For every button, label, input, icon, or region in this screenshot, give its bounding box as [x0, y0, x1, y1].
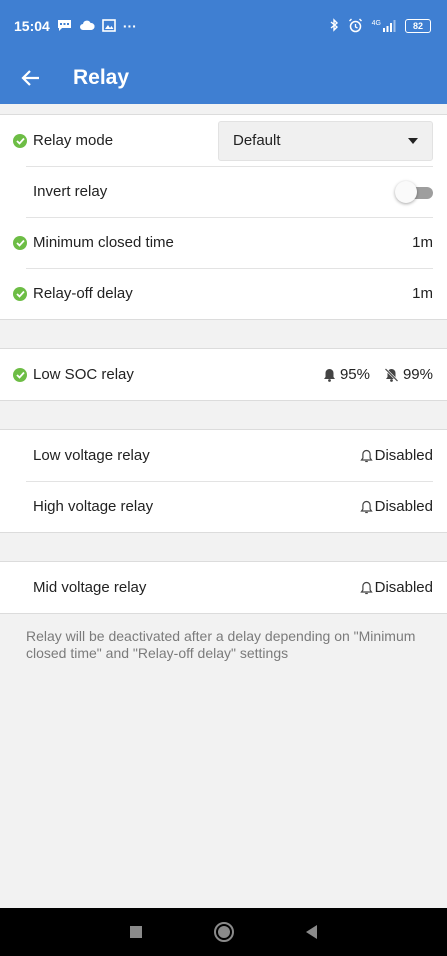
- invert-relay-toggle[interactable]: [395, 180, 433, 203]
- status-bar: 15:04 ··· 4G 82: [0, 0, 447, 52]
- relay-off-delay-value: 1m: [412, 285, 433, 302]
- low-soc-clear-value: 99%: [402, 366, 433, 383]
- settings-content: Relay mode Default Invert relay Minimum …: [0, 104, 447, 662]
- minimum-closed-time-row[interactable]: Minimum closed time 1m: [0, 217, 447, 268]
- check-icon: [13, 286, 27, 301]
- low-voltage-relay-label: Low voltage relay: [33, 447, 150, 464]
- relay-mode-dropdown[interactable]: Default: [218, 120, 433, 161]
- toolbar: Relay: [0, 52, 447, 104]
- page-title: Relay: [73, 66, 130, 89]
- low-voltage-relay-row[interactable]: Low voltage relay Disabled: [0, 430, 447, 481]
- relay-off-delay-label: Relay-off delay: [33, 285, 133, 302]
- battery-icon: 82: [405, 19, 431, 33]
- relay-delay-note: Relay will be deactivated after a delay …: [26, 628, 416, 661]
- high-voltage-relay-row[interactable]: High voltage relay Disabled: [0, 481, 447, 532]
- gallery-icon: [102, 18, 116, 34]
- signal-icon: 4G: [372, 20, 396, 32]
- cloud-icon: [79, 20, 95, 33]
- mid-voltage-relay-label: Mid voltage relay: [33, 579, 147, 596]
- low-soc-set-value: 95%: [339, 366, 370, 383]
- caret-down-icon: [408, 137, 418, 144]
- alarm-icon: [348, 18, 363, 35]
- high-voltage-relay-label: High voltage relay: [33, 498, 154, 515]
- status-time: 15:04: [14, 18, 50, 34]
- invert-relay-label: Invert relay: [33, 183, 108, 200]
- back-arrow-icon[interactable]: [0, 52, 60, 104]
- mid-voltage-relay-row[interactable]: Mid voltage relay Disabled: [0, 562, 447, 613]
- more-notifications-icon: ···: [122, 18, 137, 34]
- minimum-closed-time-value: 1m: [412, 234, 433, 251]
- battery-level: 82: [412, 21, 423, 31]
- relay-off-delay-row[interactable]: Relay-off delay 1m: [0, 268, 447, 319]
- bell-off-icon: [384, 367, 399, 382]
- message-icon: [57, 19, 72, 34]
- low-voltage-relay-value: Disabled: [374, 447, 433, 464]
- relay-mode-value: Default: [233, 132, 281, 149]
- check-icon: [13, 133, 27, 148]
- soc-relay-section: Low SOC relay 95% 99%: [0, 348, 447, 401]
- recent-apps-icon[interactable]: [130, 926, 142, 938]
- high-voltage-relay-value: Disabled: [374, 498, 433, 515]
- bell-outline-icon: [359, 581, 373, 595]
- home-icon[interactable]: [214, 922, 234, 942]
- low-soc-relay-label: Low SOC relay: [33, 366, 134, 383]
- bell-outline-icon: [359, 449, 373, 463]
- bluetooth-icon: [330, 18, 339, 34]
- mid-voltage-section: Mid voltage relay Disabled: [0, 561, 447, 614]
- minimum-closed-time-label: Minimum closed time: [33, 234, 174, 251]
- app-bar: 15:04 ··· 4G 82 Relay: [0, 0, 447, 104]
- mid-voltage-relay-value: Disabled: [374, 579, 433, 596]
- invert-relay-row[interactable]: Invert relay: [0, 166, 447, 217]
- relay-mode-row: Relay mode Default: [0, 115, 447, 166]
- check-icon: [13, 367, 27, 382]
- check-icon: [13, 235, 27, 250]
- relay-mode-label: Relay mode: [33, 132, 114, 149]
- bell-filled-icon: [323, 368, 336, 382]
- relay-settings-section: Relay mode Default Invert relay Minimum …: [0, 114, 447, 320]
- low-soc-relay-row[interactable]: Low SOC relay 95% 99%: [0, 349, 447, 400]
- voltage-relay-section: Low voltage relay Disabled High voltage …: [0, 429, 447, 533]
- bell-outline-icon: [359, 500, 373, 514]
- system-back-icon[interactable]: [306, 925, 317, 939]
- system-nav-bar: [0, 908, 447, 956]
